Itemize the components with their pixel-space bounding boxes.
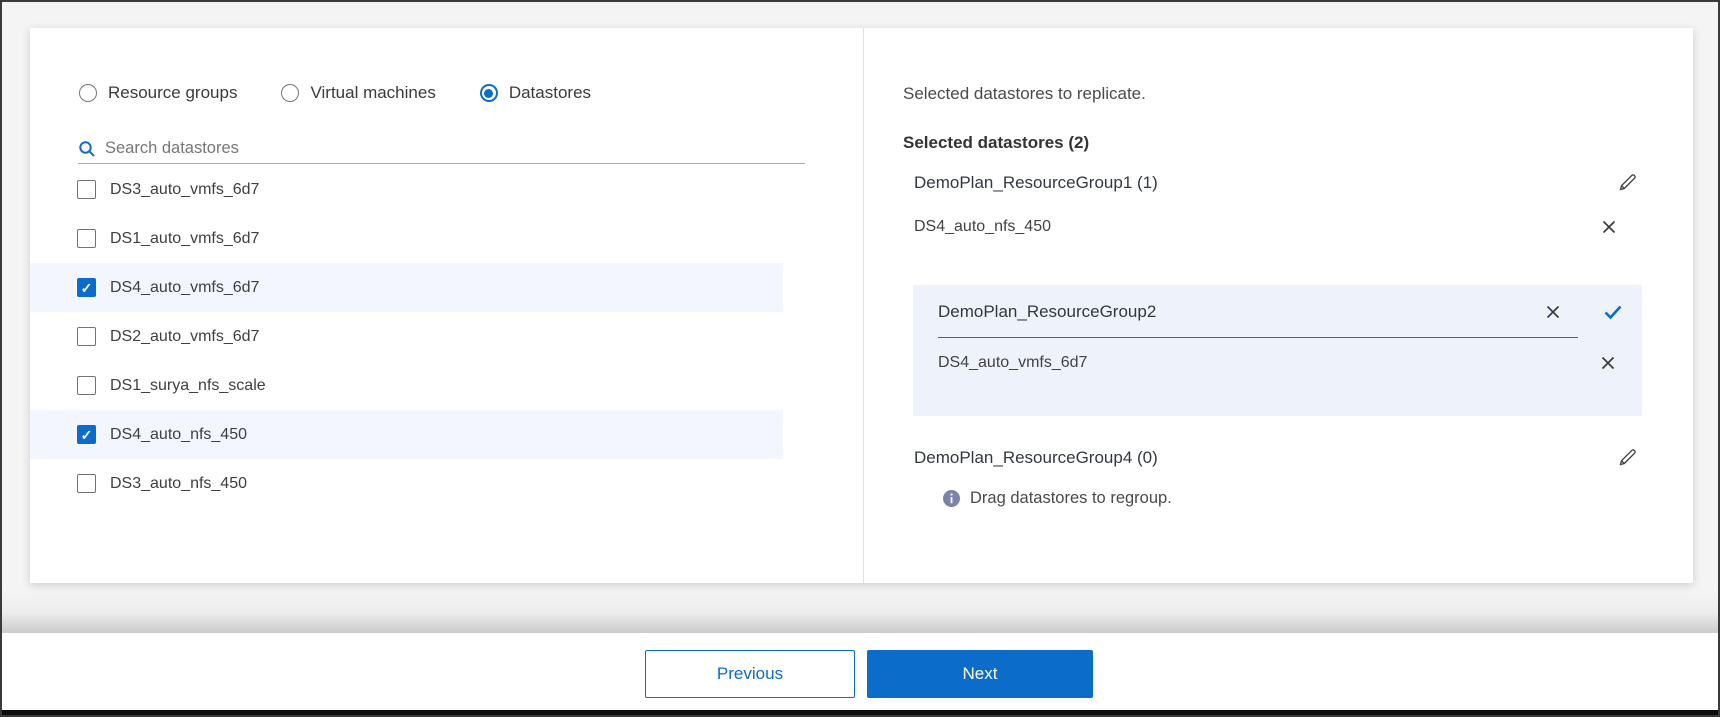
checkbox-checked[interactable] [77, 425, 96, 444]
next-button[interactable]: Next [867, 650, 1093, 698]
radio-label: Resource groups [108, 83, 237, 103]
grouped-datastore-row: DS4_auto_nfs_450 [903, 205, 1693, 249]
panel-intro-text: Selected datastores to replicate. [903, 84, 1693, 104]
datastore-row[interactable]: DS3_auto_vmfs_6d7 [30, 165, 783, 214]
checkbox-unchecked[interactable] [77, 180, 96, 199]
group-name-edit-row: DemoPlan_ResourceGroup2 [913, 285, 1642, 338]
datastore-name: DS2_auto_vmfs_6d7 [110, 328, 259, 346]
wizard-footer [2, 633, 1718, 710]
datastore-name: DS3_auto_nfs_450 [110, 475, 247, 493]
drag-hint-row: Drag datastores to regroup. [943, 486, 1693, 510]
bottom-black-bar [2, 710, 1718, 715]
x-icon[interactable] [1600, 218, 1618, 236]
footer-top-shadow [2, 588, 1718, 633]
checkbox-unchecked[interactable] [77, 474, 96, 493]
drag-hint-text: Drag datastores to regroup. [970, 489, 1172, 508]
x-icon[interactable] [1599, 354, 1617, 372]
datastore-name: DS4_auto_vmfs_6d7 [110, 279, 259, 297]
resource-group-edit-box: DemoPlan_ResourceGroup2 [913, 285, 1642, 416]
datastore-row[interactable]: DS1_auto_vmfs_6d7 [30, 214, 783, 263]
grouped-datastore-row: DS4_auto_vmfs_6d7 [913, 338, 1642, 388]
radio-label: Virtual machines [310, 83, 435, 103]
datastore-name: DS3_auto_vmfs_6d7 [110, 181, 259, 199]
right-panel: Selected datastores to replicate. Select… [863, 28, 1693, 583]
resource-group-row: DemoPlan_ResourceGroup1 (1) [903, 161, 1693, 205]
previous-button[interactable]: Previous [645, 650, 855, 698]
search-icon [78, 140, 96, 158]
grouped-datastore-name: DS4_auto_vmfs_6d7 [938, 354, 1087, 372]
scope-radio-group: Resource groups Virtual machines Datasto… [79, 83, 591, 103]
datastore-row[interactable]: DS1_surya_nfs_scale [30, 361, 783, 410]
datastore-search [78, 134, 805, 164]
datastore-name: DS4_auto_nfs_450 [110, 426, 247, 444]
left-panel: Resource groups Virtual machines Datasto… [30, 28, 863, 583]
group-name-input[interactable]: DemoPlan_ResourceGroup2 [938, 302, 1156, 322]
confirm-check-icon[interactable] [1602, 301, 1624, 323]
pencil-icon[interactable] [1615, 446, 1639, 470]
pencil-icon[interactable] [1615, 171, 1639, 195]
datastore-selection-card: Resource groups Virtual machines Datasto… [30, 28, 1693, 583]
radio-resource-groups[interactable]: Resource groups [79, 83, 237, 103]
datastore-list: DS3_auto_vmfs_6d7 DS1_auto_vmfs_6d7 DS4_… [30, 165, 863, 508]
resource-group-row: DemoPlan_ResourceGroup4 (0) [903, 436, 1693, 480]
datastore-row[interactable]: DS2_auto_vmfs_6d7 [30, 312, 783, 361]
checkbox-unchecked[interactable] [77, 376, 96, 395]
resource-group-name: DemoPlan_ResourceGroup1 (1) [914, 173, 1158, 193]
grouped-datastore-name: DS4_auto_nfs_450 [914, 218, 1051, 236]
selected-datastores-header: Selected datastores (2) [903, 133, 1693, 153]
radio-circle-icon-selected[interactable] [480, 84, 498, 102]
datastore-name: DS1_surya_nfs_scale [110, 377, 266, 395]
radio-circle-icon[interactable] [281, 84, 299, 102]
search-input[interactable] [105, 139, 805, 158]
radio-circle-icon[interactable] [79, 84, 97, 102]
datastore-row[interactable]: DS3_auto_nfs_450 [30, 459, 783, 508]
cancel-edit-x-icon[interactable] [1544, 303, 1562, 321]
datastore-row[interactable]: DS4_auto_nfs_450 [30, 410, 783, 459]
checkbox-unchecked[interactable] [77, 327, 96, 346]
datastore-row[interactable]: DS4_auto_vmfs_6d7 [30, 263, 783, 312]
checkbox-checked[interactable] [77, 278, 96, 297]
selected-groups-scroll-area: Selected datastores to replicate. Select… [864, 28, 1693, 515]
radio-virtual-machines[interactable]: Virtual machines [281, 83, 435, 103]
replication-wizard-screen: Resource groups Virtual machines Datasto… [0, 0, 1720, 717]
resource-group-name: DemoPlan_ResourceGroup4 (0) [914, 448, 1158, 468]
datastore-name: DS1_auto_vmfs_6d7 [110, 230, 259, 248]
radio-datastores[interactable]: Datastores [480, 83, 591, 103]
checkbox-unchecked[interactable] [77, 229, 96, 248]
info-icon [943, 490, 960, 507]
radio-label: Datastores [509, 83, 591, 103]
